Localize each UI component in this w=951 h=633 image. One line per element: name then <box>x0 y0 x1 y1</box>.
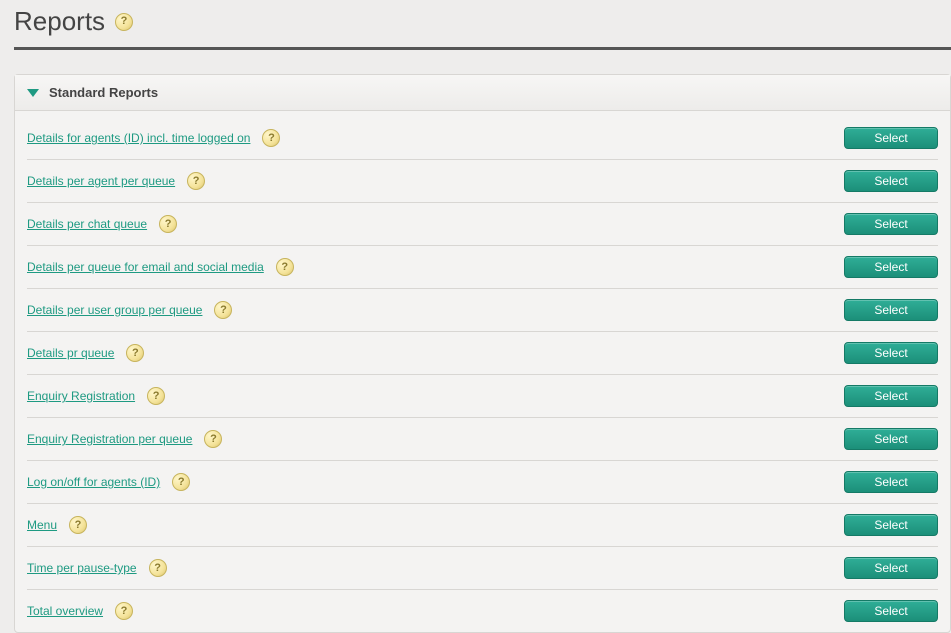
report-row-left: Details per queue for email and social m… <box>27 258 294 276</box>
report-row-left: Details per user group per queue? <box>27 301 232 319</box>
standard-reports-panel: Standard Reports Details for agents (ID)… <box>14 74 951 633</box>
select-button[interactable]: Select <box>844 428 938 450</box>
help-icon[interactable]: ? <box>204 430 222 448</box>
report-link[interactable]: Details per chat queue <box>27 217 147 231</box>
report-list: Details for agents (ID) incl. time logge… <box>15 111 950 632</box>
report-link[interactable]: Menu <box>27 518 57 532</box>
panel-header: Standard Reports <box>15 75 950 111</box>
report-link[interactable]: Details pr queue <box>27 346 114 360</box>
select-button[interactable]: Select <box>844 514 938 536</box>
report-row-left: Total overview? <box>27 602 133 620</box>
page-title: Reports <box>14 6 105 37</box>
report-row-left: Log on/off for agents (ID)? <box>27 473 190 491</box>
panel-title: Standard Reports <box>49 85 158 100</box>
report-row: Details per agent per queue? Select <box>27 160 938 203</box>
report-row-left: Details per agent per queue? <box>27 172 205 190</box>
report-row-left: Details pr queue? <box>27 344 144 362</box>
select-button[interactable]: Select <box>844 170 938 192</box>
select-button[interactable]: Select <box>844 600 938 622</box>
report-link[interactable]: Log on/off for agents (ID) <box>27 475 160 489</box>
help-icon[interactable]: ? <box>262 129 280 147</box>
report-row-left: Time per pause-type? <box>27 559 167 577</box>
help-icon[interactable]: ? <box>276 258 294 276</box>
select-button[interactable]: Select <box>844 471 938 493</box>
help-icon[interactable]: ? <box>149 559 167 577</box>
report-row: Details per chat queue? Select <box>27 203 938 246</box>
help-icon[interactable]: ? <box>69 516 87 534</box>
report-row: Menu? Select <box>27 504 938 547</box>
report-link[interactable]: Details per user group per queue <box>27 303 202 317</box>
report-row: Log on/off for agents (ID)? Select <box>27 461 938 504</box>
report-link[interactable]: Time per pause-type <box>27 561 137 575</box>
select-button[interactable]: Select <box>844 256 938 278</box>
help-icon[interactable]: ? <box>214 301 232 319</box>
report-row: Details per user group per queue? Select <box>27 289 938 332</box>
select-button[interactable]: Select <box>844 127 938 149</box>
report-row-left: Menu? <box>27 516 87 534</box>
report-row: Time per pause-type? Select <box>27 547 938 590</box>
report-link[interactable]: Details for agents (ID) incl. time logge… <box>27 131 250 145</box>
report-row-left: Details for agents (ID) incl. time logge… <box>27 129 280 147</box>
collapse-icon[interactable] <box>27 89 39 97</box>
help-icon[interactable]: ? <box>159 215 177 233</box>
help-icon[interactable]: ? <box>147 387 165 405</box>
page-header: Reports ? <box>14 0 951 50</box>
report-link[interactable]: Total overview <box>27 604 103 618</box>
help-icon[interactable]: ? <box>115 602 133 620</box>
select-button[interactable]: Select <box>844 385 938 407</box>
select-button[interactable]: Select <box>844 557 938 579</box>
select-button[interactable]: Select <box>844 299 938 321</box>
report-row-left: Enquiry Registration per queue? <box>27 430 222 448</box>
report-link[interactable]: Details per agent per queue <box>27 174 175 188</box>
report-row-left: Details per chat queue? <box>27 215 177 233</box>
report-row: Details for agents (ID) incl. time logge… <box>27 117 938 160</box>
help-icon[interactable]: ? <box>187 172 205 190</box>
report-row: Enquiry Registration per queue? Select <box>27 418 938 461</box>
select-button[interactable]: Select <box>844 342 938 364</box>
help-icon[interactable]: ? <box>115 13 133 31</box>
help-icon[interactable]: ? <box>126 344 144 362</box>
report-link[interactable]: Enquiry Registration <box>27 389 135 403</box>
report-row: Details pr queue? Select <box>27 332 938 375</box>
report-row: Total overview? Select <box>27 590 938 632</box>
report-row: Enquiry Registration? Select <box>27 375 938 418</box>
report-row: Details per queue for email and social m… <box>27 246 938 289</box>
select-button[interactable]: Select <box>844 213 938 235</box>
report-link[interactable]: Details per queue for email and social m… <box>27 260 264 274</box>
help-icon[interactable]: ? <box>172 473 190 491</box>
report-row-left: Enquiry Registration? <box>27 387 165 405</box>
report-link[interactable]: Enquiry Registration per queue <box>27 432 192 446</box>
